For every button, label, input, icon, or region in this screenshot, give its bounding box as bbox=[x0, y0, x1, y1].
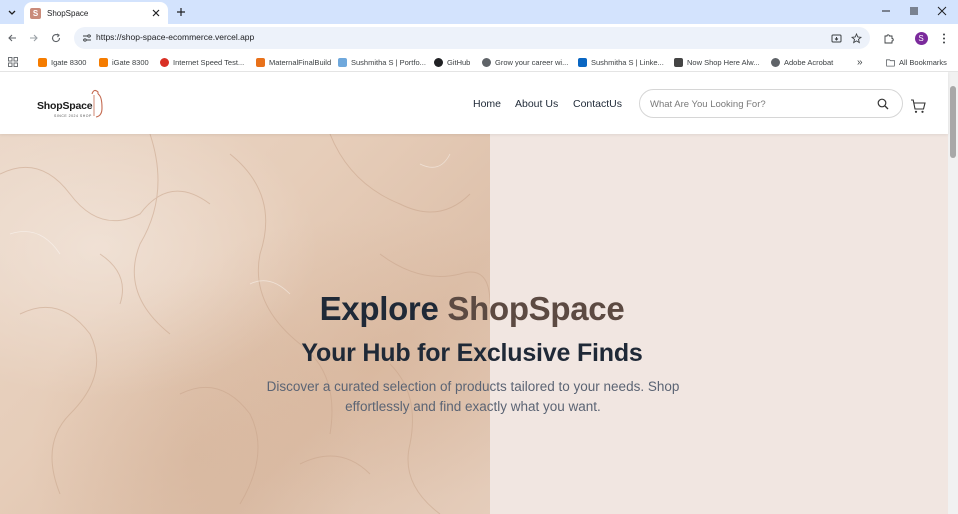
hero-description: Discover a curated selection of products… bbox=[266, 379, 680, 414]
logo-tagline: SINCE 2024 SHOP bbox=[54, 114, 92, 118]
url-text: https://shop-space-ecommerce.vercel.app bbox=[96, 32, 255, 42]
extensions-puzzle-icon[interactable] bbox=[880, 30, 896, 46]
page-scrollbar[interactable] bbox=[948, 72, 958, 514]
bookmark-favicon-icon bbox=[771, 57, 780, 67]
browser-toolbar: https://shop-space-ecommerce.vercel.app … bbox=[0, 24, 958, 52]
bookmark-favicon-icon bbox=[338, 57, 347, 67]
cart-icon[interactable] bbox=[910, 98, 926, 114]
forward-arrow-icon[interactable] bbox=[26, 30, 42, 46]
profile-avatar[interactable]: S bbox=[913, 30, 929, 46]
scrollbar-thumb[interactable] bbox=[950, 86, 956, 158]
bookmark-item[interactable]: iGate 8300 bbox=[99, 56, 149, 68]
bookmark-favicon-icon bbox=[482, 57, 491, 67]
browser-tab[interactable]: S ShopSpace bbox=[24, 2, 168, 24]
bookmark-item[interactable]: Internet Speed Test... bbox=[160, 56, 244, 68]
profile-initial: S bbox=[914, 31, 928, 45]
kebab-menu-icon[interactable] bbox=[936, 30, 952, 46]
reload-icon[interactable] bbox=[48, 30, 64, 46]
hero-subtitle: Your Hub for Exclusive Finds bbox=[301, 339, 643, 367]
address-bar[interactable]: https://shop-space-ecommerce.vercel.app bbox=[74, 27, 870, 49]
bookmark-item[interactable]: Grow your career wi... bbox=[482, 56, 568, 68]
search-input[interactable] bbox=[650, 96, 870, 112]
nav-contact-link[interactable]: ContactUs bbox=[573, 98, 622, 110]
logo-text: ShopSpace bbox=[37, 100, 93, 112]
browser-tab-strip: S ShopSpace bbox=[0, 0, 958, 24]
linkedin-icon bbox=[578, 57, 587, 67]
bookmark-label: Igate 8300 bbox=[51, 57, 87, 67]
hero-title-accent: ShopSpace bbox=[447, 290, 625, 327]
nav-about-link[interactable]: About Us bbox=[515, 98, 558, 110]
bookmark-item[interactable]: Adobe Acrobat bbox=[771, 56, 833, 68]
bookmark-star-icon[interactable] bbox=[849, 31, 863, 45]
bookmark-label: Grow your career wi... bbox=[495, 57, 569, 67]
bookmark-item[interactable]: Sushmitha S | Linke... bbox=[578, 56, 664, 68]
apps-grid-icon[interactable] bbox=[8, 56, 18, 68]
nav-home-link[interactable]: Home bbox=[473, 98, 501, 110]
bookmark-label: Internet Speed Test... bbox=[173, 57, 245, 67]
bookmark-label: Now Shop Here Alw... bbox=[687, 57, 760, 67]
restore-icon[interactable] bbox=[901, 2, 927, 20]
bookmark-label: MaternalFinalBuild bbox=[269, 57, 332, 67]
hero-section: Explore ShopSpace Your Hub for Exclusive… bbox=[0, 134, 948, 514]
tab-title: ShopSpace bbox=[47, 8, 89, 18]
hero-title-prefix: Explore bbox=[319, 290, 448, 327]
tab-favicon-icon: S bbox=[30, 7, 41, 19]
search-icon[interactable] bbox=[877, 98, 889, 110]
site-header: ShopSpace SINCE 2024 SHOP Home About Us … bbox=[0, 72, 948, 134]
folder-icon bbox=[886, 58, 895, 67]
back-arrow-icon[interactable] bbox=[4, 30, 20, 46]
bookmark-item[interactable]: GitHub bbox=[434, 56, 470, 68]
bookmark-item[interactable]: Now Shop Here Alw... bbox=[674, 56, 760, 68]
bookmark-label: Sushmitha S | Portfo... bbox=[351, 57, 426, 67]
all-bookmarks-label: All Bookmarks bbox=[899, 57, 947, 67]
bookmark-favicon-icon bbox=[256, 57, 265, 67]
bookmark-label: Sushmitha S | Linke... bbox=[591, 57, 664, 67]
install-app-icon[interactable] bbox=[829, 31, 843, 45]
bookmark-item[interactable]: Igate 8300 bbox=[38, 56, 86, 68]
website-viewport: ShopSpace SINCE 2024 SHOP Home About Us … bbox=[0, 72, 958, 514]
bookmark-favicon-icon bbox=[160, 57, 169, 67]
tab-list-chevron-icon[interactable] bbox=[3, 3, 21, 21]
bookmark-favicon-icon bbox=[99, 57, 108, 67]
new-tab-plus-icon[interactable] bbox=[173, 4, 189, 20]
search-bar bbox=[639, 89, 903, 118]
bookmark-item[interactable]: Sushmitha S | Portfo... bbox=[338, 56, 426, 68]
bookmark-label: iGate 8300 bbox=[112, 57, 149, 67]
bookmark-favicon-icon bbox=[674, 57, 683, 67]
tab-close-icon[interactable] bbox=[150, 7, 162, 19]
bookmarks-overflow-chevron[interactable]: » bbox=[857, 56, 863, 68]
hero-title: Explore ShopSpace bbox=[0, 290, 944, 328]
all-bookmarks-folder[interactable]: All Bookmarks bbox=[886, 56, 947, 68]
minimize-icon[interactable] bbox=[873, 2, 899, 20]
shopspace-logo[interactable]: ShopSpace SINCE 2024 SHOP bbox=[36, 86, 108, 120]
github-icon bbox=[434, 57, 443, 67]
bookmark-label: GitHub bbox=[447, 57, 471, 67]
site-info-icon[interactable] bbox=[80, 31, 94, 45]
bookmark-item[interactable]: MaternalFinalBuild bbox=[256, 56, 331, 68]
bookmarks-bar: Igate 8300 iGate 8300 Internet Speed Tes… bbox=[0, 52, 958, 72]
bookmark-label: Adobe Acrobat bbox=[784, 57, 834, 67]
hero-content: Explore ShopSpace Your Hub for Exclusive… bbox=[0, 134, 948, 514]
bookmark-favicon-icon bbox=[38, 57, 47, 67]
close-window-icon[interactable] bbox=[929, 2, 955, 20]
